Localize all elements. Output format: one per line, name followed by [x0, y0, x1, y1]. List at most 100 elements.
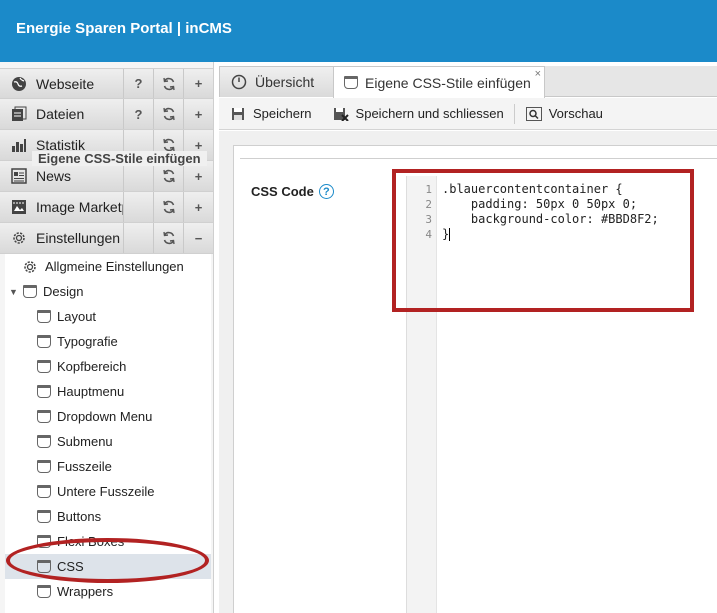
tree-item-css[interactable]: CSS — [5, 554, 211, 579]
line-number: 4 — [425, 228, 432, 241]
refresh-icon[interactable] — [153, 99, 183, 129]
tree-item-label: Wrappers — [57, 584, 114, 599]
dashboard-icon — [230, 74, 248, 90]
sidebar-section-webseite[interactable]: Webseite? + — [0, 68, 213, 99]
news-icon — [10, 168, 28, 184]
line-number-gutter: 1 2 3 4 — [407, 176, 437, 613]
magnifier-icon — [525, 106, 543, 122]
tree-item-fusszeile[interactable]: Fusszeile — [5, 454, 211, 479]
tree-item-layout[interactable]: Layout — [5, 304, 211, 329]
help-button[interactable]: ? — [123, 69, 153, 98]
save-icon — [229, 106, 247, 122]
app-header: Energie Sparen Portal | inCMS — [0, 0, 717, 62]
add-button[interactable]: + — [183, 192, 213, 222]
refresh-icon[interactable] — [153, 69, 183, 98]
paint-bucket-icon — [37, 310, 51, 323]
paint-bucket-icon — [37, 460, 51, 473]
paint-bucket-icon — [37, 560, 51, 573]
tree-item-label: Submenu — [57, 434, 113, 449]
globe-icon — [10, 76, 28, 92]
sidebar-section-einstellungen[interactable]: Einstellungen − — [0, 223, 213, 254]
tree-item-flexi-boxes[interactable]: Flexi Boxes — [5, 529, 211, 554]
tree-item-typografie[interactable]: Typografie — [5, 329, 211, 354]
paint-bucket-icon — [37, 335, 51, 348]
help-button[interactable]: ? — [123, 99, 153, 129]
tree-item-label: Buttons — [57, 509, 102, 524]
sidebar-section-label[interactable]: Image Marketpl... — [0, 192, 123, 222]
tab-uebersicht[interactable]: Übersicht — [219, 66, 334, 97]
code-line: padding: 50px 0 50px 0; — [442, 197, 638, 211]
tree-item-kopfbereich[interactable]: Kopfbereich — [5, 354, 211, 379]
bar-chart-icon — [10, 137, 28, 153]
help-button — [123, 223, 153, 253]
gear-icon — [10, 230, 28, 246]
paint-bucket-icon — [344, 76, 358, 89]
code-line: .blauercontentcontainer { — [442, 182, 623, 196]
paint-bucket-icon — [37, 585, 51, 598]
toolbar: Speichern Speichern und schliessen Vorsc… — [219, 98, 717, 130]
paint-bucket-icon — [37, 510, 51, 523]
tree-item-label: CSS — [57, 559, 84, 574]
tree-item-wrappers[interactable]: Wrappers — [5, 579, 211, 604]
save-close-button[interactable]: Speichern und schliessen — [322, 98, 514, 130]
text-caret — [449, 228, 451, 241]
tree-item-label: Allgmeine Einstellungen — [45, 259, 184, 274]
help-icon[interactable]: ? — [318, 184, 334, 199]
tree-item-label: Design — [43, 284, 84, 299]
tree-item-allgmeine-einstellungen[interactable]: Allgmeine Einstellungen — [5, 254, 211, 279]
help-button — [123, 192, 153, 222]
fieldset-legend: Eigene CSS-Stile einfügen — [32, 151, 207, 166]
code-line: } — [442, 227, 451, 241]
tree-item-design[interactable]: ▼ Design — [5, 279, 211, 304]
tab-label: Übersicht — [255, 74, 315, 90]
tree-item-label: Layout — [57, 309, 97, 324]
line-number: 3 — [425, 213, 432, 226]
sidebar-section-image-marketpl[interactable]: Image Marketpl... + — [0, 192, 213, 223]
paint-bucket-icon — [37, 360, 51, 373]
save-button[interactable]: Speichern — [219, 98, 322, 130]
tree-item-hauptmenu[interactable]: Hauptmenu — [5, 379, 211, 404]
close-icon[interactable]: × — [535, 68, 541, 80]
files-icon — [10, 106, 28, 122]
tree-item-buttons[interactable]: Buttons — [5, 504, 211, 529]
fieldset-border — [240, 158, 717, 159]
tab-bar: Übersicht Eigene CSS-Stile einfügen × — [219, 66, 717, 98]
tree-item-label: Typografie — [57, 334, 118, 349]
settings-tree: Allgmeine Einstellungen ▼ Design Layout Typo… — [5, 254, 211, 613]
tree-item-label: Fusszeile — [57, 459, 112, 474]
tab-css-styles[interactable]: Eigene CSS-Stile einfügen × — [333, 66, 545, 98]
code-line: background-color: #BBD8F2; — [442, 212, 659, 226]
refresh-icon[interactable] — [153, 223, 183, 253]
gear-icon — [21, 259, 39, 275]
tree-item-submenu[interactable]: Submenu — [5, 429, 211, 454]
sidebar: Webseite? + Dateien? + Statistik + News + Image … — [0, 62, 214, 613]
collapse-button[interactable]: − — [183, 223, 213, 253]
css-code-label: CSS Code ? — [251, 184, 334, 199]
tree-item-untere-fusszeile[interactable]: Untere Fusszeile — [5, 479, 211, 504]
tree-item-dropdown-menu[interactable]: Dropdown Menu — [5, 404, 211, 429]
css-code-editor[interactable]: 1 2 3 4 .blauercontentcontainer { paddin… — [406, 176, 717, 613]
add-button[interactable]: + — [183, 69, 213, 98]
sidebar-section-label[interactable]: Dateien — [0, 99, 123, 129]
paint-bucket-icon — [37, 435, 51, 448]
tree-item-label: Kopfbereich — [57, 359, 127, 374]
save-close-icon — [332, 106, 350, 122]
sidebar-section-label[interactable]: Einstellungen — [0, 223, 123, 253]
paint-bucket-icon — [37, 485, 51, 498]
sidebar-section-dateien[interactable]: Dateien? + — [0, 99, 213, 130]
paint-bucket-icon — [23, 285, 37, 298]
paint-bucket-icon — [37, 385, 51, 398]
tab-label: Eigene CSS-Stile einfügen — [365, 74, 531, 91]
add-button[interactable]: + — [183, 99, 213, 129]
paint-bucket-icon — [37, 535, 51, 548]
app-title: Energie Sparen Portal | inCMS — [16, 20, 232, 37]
preview-button[interactable]: Vorschau — [515, 98, 613, 130]
refresh-icon[interactable] — [153, 192, 183, 222]
line-number: 1 — [425, 183, 432, 196]
expand-arrow-icon[interactable]: ▼ — [9, 287, 18, 297]
tree-item-label: Dropdown Menu — [57, 409, 153, 424]
tree-item-label: Hauptmenu — [57, 384, 125, 399]
sidebar-section-label[interactable]: Webseite — [0, 69, 123, 98]
tree-item-label: Flexi Boxes — [57, 534, 125, 549]
line-number: 2 — [425, 198, 432, 211]
